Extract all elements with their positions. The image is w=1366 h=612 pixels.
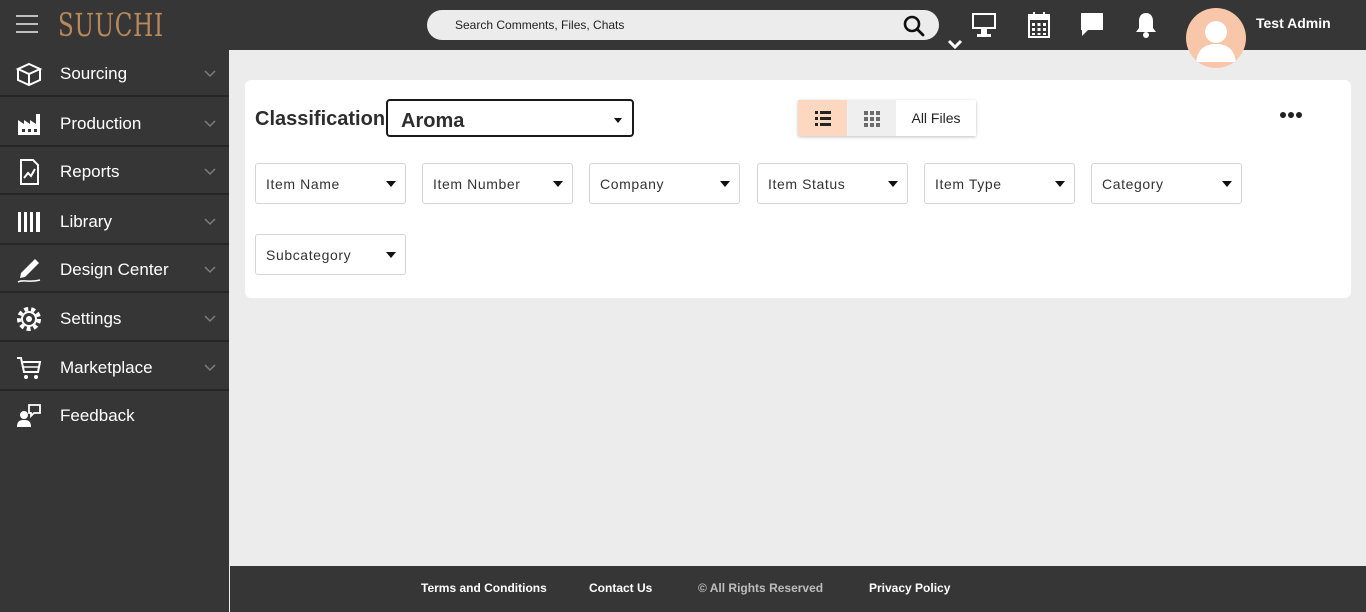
factory-icon xyxy=(18,114,40,135)
report-icon xyxy=(20,159,39,185)
library-icon xyxy=(18,212,40,232)
filter-label: Subcategory xyxy=(266,247,352,263)
filter-label: Item Name xyxy=(266,176,340,192)
caret-down-icon xyxy=(386,181,396,187)
sidebar-item-label: Production xyxy=(60,114,142,133)
privacy-link[interactable]: Privacy Policy xyxy=(869,581,950,595)
filter-item-number[interactable]: Item Number xyxy=(422,163,573,204)
sidebar: Sourcing Production Reports Library Desi… xyxy=(0,50,229,612)
caret-down-icon xyxy=(386,252,396,258)
classification-card: Classification Aroma All Files Item Name… xyxy=(245,80,1351,298)
sidebar-item-label: Reports xyxy=(60,162,120,181)
pen-icon xyxy=(17,259,41,283)
cart-icon xyxy=(17,357,42,379)
filter-label: Item Type xyxy=(935,176,1002,192)
filter-subcategory[interactable]: Subcategory xyxy=(255,234,406,275)
chevron-down-icon xyxy=(204,364,216,372)
filter-item-status[interactable]: Item Status xyxy=(757,163,908,204)
chevron-down-icon xyxy=(204,70,216,78)
sidebar-item-label: Library xyxy=(60,212,112,231)
filter-item-name[interactable]: Item Name xyxy=(255,163,406,204)
filter-company[interactable]: Company xyxy=(589,163,740,204)
monitor-icon[interactable] xyxy=(970,11,998,39)
sidebar-item-settings[interactable]: Settings xyxy=(0,295,229,342)
sidebar-item-reports[interactable]: Reports xyxy=(0,148,229,195)
classification-select[interactable]: Aroma xyxy=(386,99,634,137)
sidebar-item-label: Marketplace xyxy=(60,358,153,377)
caret-down-icon xyxy=(1222,181,1232,187)
sidebar-item-design-center[interactable]: Design Center xyxy=(0,246,229,293)
search-bar xyxy=(427,10,939,40)
contact-link[interactable]: Contact Us xyxy=(589,581,652,595)
grid-icon xyxy=(864,111,880,127)
filter-label: Category xyxy=(1102,176,1164,192)
chevron-down-icon xyxy=(204,315,216,323)
logo: SUUCHI xyxy=(58,6,164,44)
caret-down-icon xyxy=(720,181,730,187)
chevron-down-icon[interactable] xyxy=(947,38,963,50)
sidebar-item-label: Feedback xyxy=(60,406,135,425)
user-name[interactable]: Test Admin xyxy=(1256,15,1331,31)
classification-value: Aroma xyxy=(401,110,465,132)
grid-view-button[interactable] xyxy=(847,100,896,136)
top-bar: SUUCHI Te xyxy=(0,0,1366,68)
view-toggle: All Files xyxy=(798,100,976,136)
avatar[interactable] xyxy=(1186,8,1246,68)
sidebar-item-label: Settings xyxy=(60,309,122,328)
calendar-icon[interactable] xyxy=(1027,11,1051,39)
chevron-down-icon xyxy=(204,218,216,226)
filter-label: Company xyxy=(600,176,665,192)
box-icon xyxy=(15,62,43,87)
filter-label: Item Number xyxy=(433,176,521,192)
filter-label: Item Status xyxy=(768,176,846,192)
list-view-button[interactable] xyxy=(798,100,847,136)
chevron-down-icon xyxy=(204,168,216,176)
chat-icon[interactable] xyxy=(1079,11,1105,39)
sidebar-item-sourcing[interactable]: Sourcing xyxy=(0,50,229,97)
sidebar-item-feedback[interactable]: Feedback xyxy=(0,392,229,439)
filter-category[interactable]: Category xyxy=(1091,163,1242,204)
gear-icon xyxy=(17,307,41,331)
list-icon xyxy=(815,111,831,126)
sidebar-item-production[interactable]: Production xyxy=(0,100,229,147)
bell-icon[interactable] xyxy=(1133,11,1159,39)
terms-link[interactable]: Terms and Conditions xyxy=(421,581,547,595)
sidebar-item-label: Design Center xyxy=(60,260,169,279)
sidebar-item-label: Sourcing xyxy=(60,64,128,83)
search-input[interactable] xyxy=(455,10,895,40)
caret-down-icon xyxy=(553,181,563,187)
chevron-down-icon xyxy=(204,266,216,274)
feedback-icon xyxy=(17,404,41,427)
caret-down-icon xyxy=(888,181,898,187)
copyright-text: © All Rights Reserved xyxy=(698,581,824,595)
all-files-button[interactable]: All Files xyxy=(896,100,976,136)
chevron-down-icon xyxy=(204,120,216,128)
caret-down-icon xyxy=(614,118,622,123)
caret-down-icon xyxy=(1055,181,1065,187)
filter-item-type[interactable]: Item Type xyxy=(924,163,1075,204)
search-icon[interactable] xyxy=(903,15,925,37)
more-options-icon[interactable] xyxy=(1279,110,1303,120)
sidebar-item-marketplace[interactable]: Marketplace xyxy=(0,344,229,391)
sidebar-item-library[interactable]: Library xyxy=(0,198,229,245)
classification-label: Classification xyxy=(255,108,386,130)
footer: Terms and Conditions Contact Us © All Ri… xyxy=(230,566,1366,612)
menu-icon[interactable] xyxy=(16,15,38,35)
